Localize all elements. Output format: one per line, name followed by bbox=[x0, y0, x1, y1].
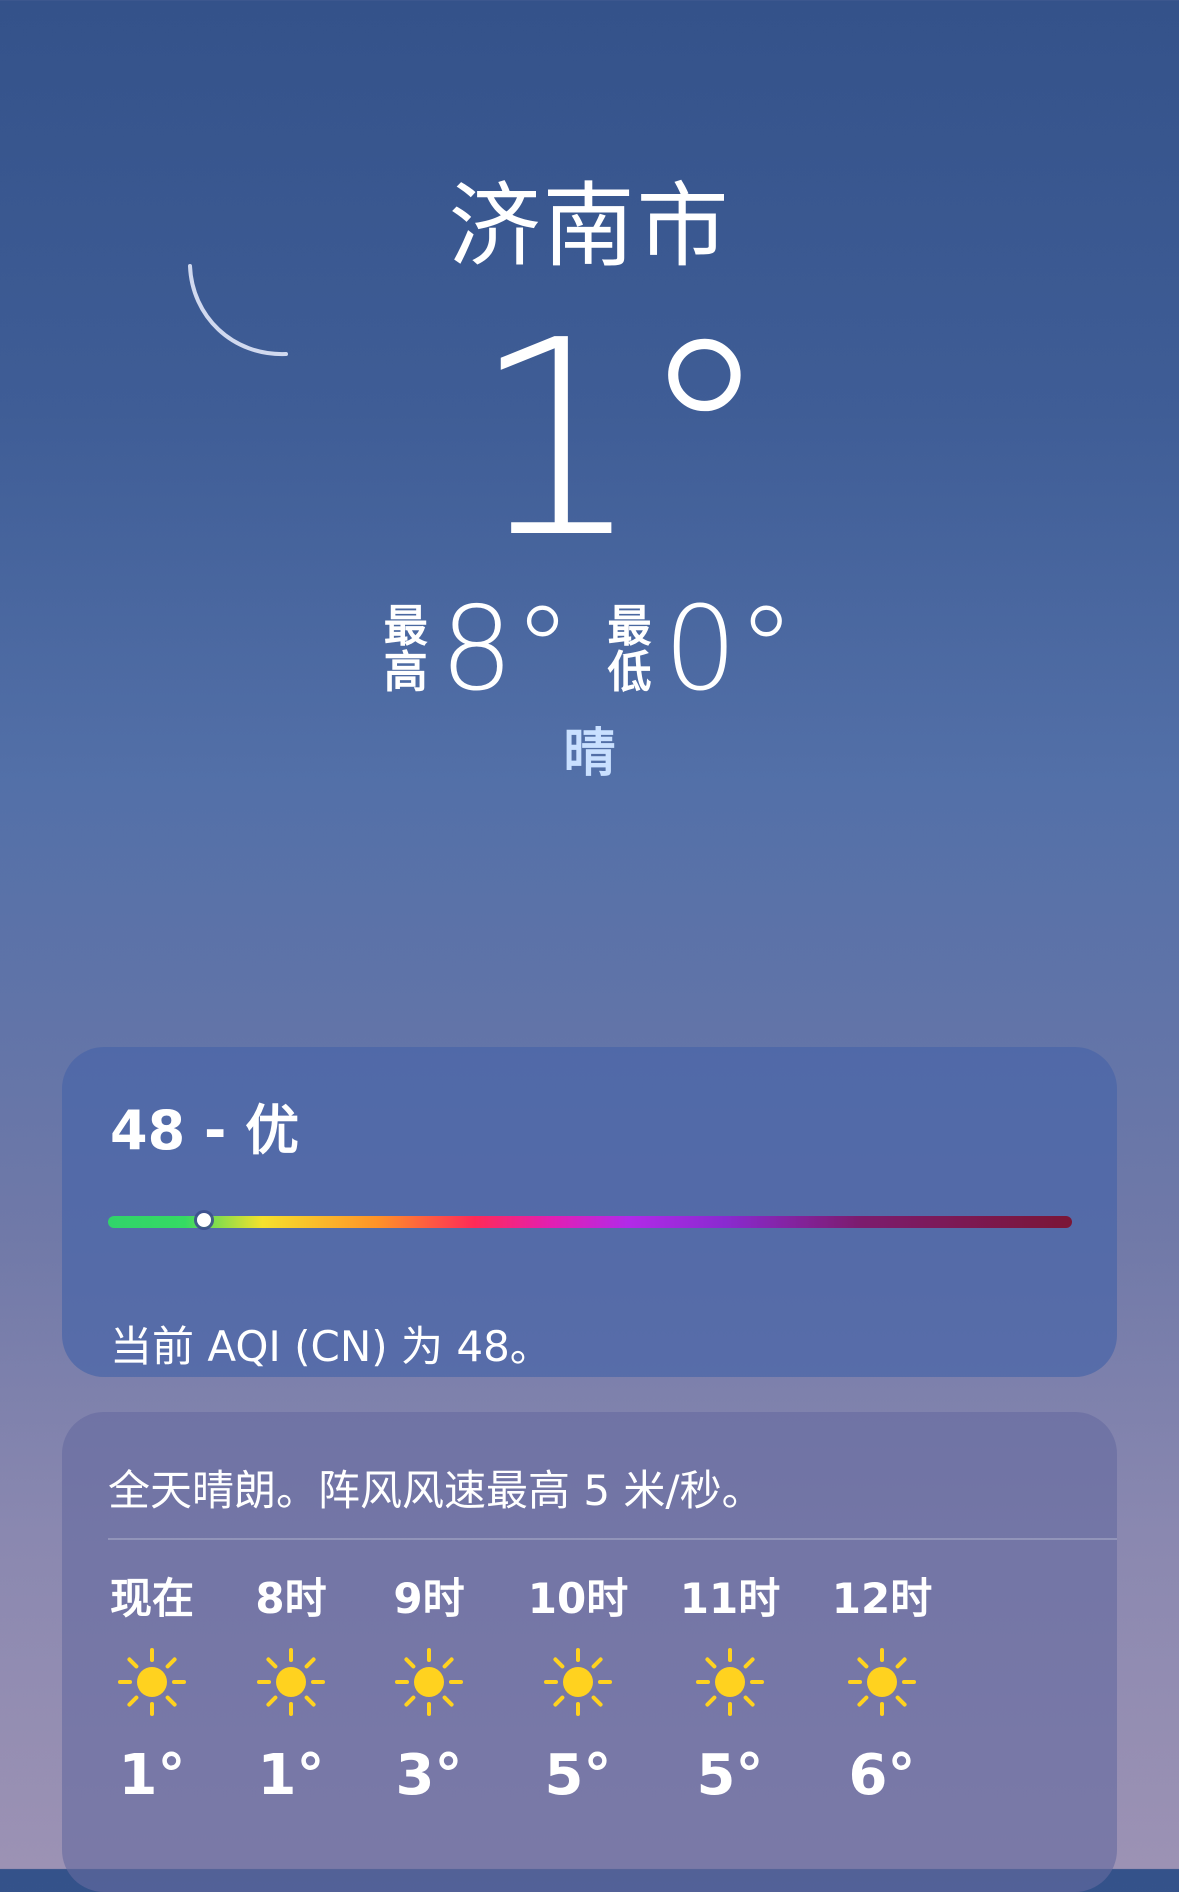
hour-item[interactable]: 11时 5° bbox=[655, 1572, 805, 1808]
sun-icon bbox=[848, 1648, 916, 1716]
low-value: 0° bbox=[663, 582, 796, 717]
forecast-summary: 全天晴朗。阵风风速最高 5 米/秒。 bbox=[108, 1466, 764, 1515]
hour-temperature: 5° bbox=[696, 1743, 764, 1808]
high-temperature: 最 高 8° bbox=[384, 590, 572, 710]
hour-item[interactable]: 10时 5° bbox=[503, 1572, 653, 1808]
hour-label: 8时 bbox=[255, 1574, 327, 1623]
low-temperature: 最 低 0° bbox=[608, 590, 796, 710]
hour-temperature: 3° bbox=[395, 1743, 463, 1808]
sun-icon bbox=[395, 1648, 463, 1716]
sun-icon bbox=[696, 1648, 764, 1716]
city-name: 济南市 bbox=[448, 173, 731, 280]
high-low-temperatures: 最 高 8° 最 低 0° bbox=[0, 590, 1179, 710]
hourly-forecast-card[interactable]: 全天晴朗。阵风风速最高 5 米/秒。 现在 1° 8时 1° 9时 3° 10时 5° 11时 5… bbox=[62, 1412, 1117, 1892]
divider bbox=[108, 1538, 1117, 1540]
hour-label: 现在 bbox=[109, 1574, 194, 1623]
hour-item[interactable]: 12时 6° bbox=[807, 1572, 957, 1808]
aqi-indicator bbox=[197, 1213, 212, 1227]
low-label: 最 低 bbox=[607, 601, 652, 698]
sun-icon bbox=[544, 1648, 612, 1716]
sun-icon bbox=[257, 1648, 325, 1716]
hour-label: 10时 bbox=[527, 1574, 629, 1623]
hour-temperature: 1° bbox=[257, 1743, 325, 1808]
air-quality-card[interactable]: 48 - 优 当前 AQI (CN) 为 48。 bbox=[62, 1047, 1117, 1377]
hour-temperature: 5° bbox=[544, 1743, 612, 1808]
aqi-scale-bar bbox=[108, 1213, 1072, 1228]
high-label: 最 高 bbox=[383, 601, 428, 698]
high-value: 8° bbox=[439, 582, 572, 717]
weather-condition: 晴 bbox=[563, 724, 616, 784]
aqi-description: 当前 AQI (CN) 为 48。 bbox=[110, 1322, 552, 1371]
sun-icon bbox=[118, 1648, 186, 1716]
current-temperature-value: 1° bbox=[471, 282, 772, 597]
hour-item[interactable]: 9时 3° bbox=[354, 1572, 504, 1808]
hour-label: 11时 bbox=[679, 1574, 781, 1623]
hour-item[interactable]: 8时 1° bbox=[216, 1572, 366, 1808]
hour-item[interactable]: 现在 1° bbox=[77, 1572, 227, 1808]
aqi-title: 48 - 优 bbox=[110, 1099, 300, 1162]
current-temperature: 1° bbox=[0, 300, 1179, 580]
hour-temperature: 1° bbox=[118, 1743, 186, 1808]
hour-label: 9时 bbox=[393, 1574, 465, 1623]
hour-label: 12时 bbox=[831, 1574, 933, 1623]
hour-temperature: 6° bbox=[848, 1743, 916, 1808]
